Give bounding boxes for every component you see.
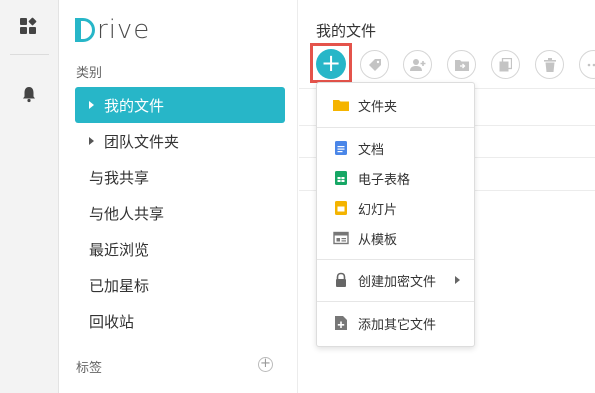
menu-item-from-template[interactable]: 从模板 (317, 225, 474, 251)
toolbar: + (310, 43, 595, 83)
menu-item-document[interactable]: 文档 (317, 135, 474, 161)
more-dots-icon (587, 63, 595, 66)
rail-divider (10, 54, 49, 55)
folder-icon (333, 100, 349, 111)
app-rail (0, 0, 59, 393)
sidebar-item-label: 已加星标 (89, 276, 150, 295)
menu-item-label: 创建加密文件 (358, 274, 437, 290)
move-button[interactable] (447, 50, 476, 79)
sidebar-item-label: 团队文件夹 (104, 132, 180, 151)
add-button[interactable]: + (316, 49, 346, 79)
drive-logo-text: rive (97, 15, 151, 45)
page-title: 我的文件 (316, 22, 377, 40)
template-icon (333, 231, 349, 245)
drive-logo-mark (75, 18, 95, 42)
menu-divider (317, 127, 474, 128)
lock-icon (336, 272, 346, 287)
more-button[interactable] (579, 50, 595, 79)
share-user-button[interactable] (403, 50, 432, 79)
sidebar-item-trash[interactable]: 回收站 (75, 303, 285, 339)
sidebar-item-my-files[interactable]: 我的文件 (75, 87, 285, 123)
bell-icon[interactable] (20, 85, 38, 103)
sidebar-item-label: 与我共享 (89, 168, 150, 187)
tags-label: 标签 (76, 361, 103, 376)
menu-item-spreadsheet[interactable]: 电子表格 (317, 165, 474, 191)
menu-item-add-other-file[interactable]: 添加其它文件 (317, 310, 474, 336)
copy-button[interactable] (491, 50, 520, 79)
tag-button[interactable] (360, 50, 389, 79)
tag-icon (368, 58, 381, 71)
doc-icon (335, 141, 347, 155)
sidebar-item-label: 最近浏览 (89, 240, 150, 259)
sidebar-item-team-folders[interactable]: 团队文件夹 (75, 123, 285, 159)
category-label: 类别 (76, 66, 103, 81)
trash-icon (543, 57, 556, 72)
menu-item-label: 文档 (358, 142, 385, 158)
caret-right-icon (89, 137, 94, 145)
menu-item-label: 添加其它文件 (358, 317, 437, 333)
sidebar-item-starred[interactable]: 已加星标 (75, 267, 285, 303)
move-folder-icon (454, 60, 469, 71)
delete-button[interactable] (535, 50, 564, 79)
menu-item-label: 文件夹 (358, 99, 398, 115)
copy-icon (499, 57, 512, 71)
sidebar-item-label: 回收站 (89, 312, 135, 331)
menu-item-label: 幻灯片 (358, 202, 398, 218)
sidebar-item-label: 与他人共享 (89, 204, 165, 223)
menu-divider (317, 259, 474, 260)
spreadsheet-icon (335, 171, 347, 185)
slides-icon (335, 201, 347, 215)
sidebar-item-shared-with-me[interactable]: 与我共享 (75, 159, 285, 195)
menu-divider (317, 301, 474, 302)
sidebar-item-shared-with-others[interactable]: 与他人共享 (75, 195, 285, 231)
submenu-arrow-icon (455, 276, 460, 284)
caret-right-icon (89, 101, 94, 109)
menu-item-encrypted-file[interactable]: 创建加密文件 (317, 267, 474, 293)
add-tag-button[interactable]: + (258, 357, 273, 372)
add-file-icon (335, 316, 347, 330)
menu-item-label: 从模板 (358, 232, 398, 248)
sidebar: rive 类别 我的文件 团队文件夹 与我共享 与他人共享 最近浏览 已加星标 … (60, 0, 298, 393)
sidebar-item-label: 我的文件 (104, 96, 165, 115)
add-menu: 文件夹 文档 电子表格 幻灯片 从模板 创建加密文件 添加其它文件 (316, 82, 475, 347)
drive-logo[interactable]: rive (75, 13, 150, 47)
apps-icon[interactable] (20, 17, 37, 35)
menu-item-slides[interactable]: 幻灯片 (317, 195, 474, 221)
sidebar-item-recent[interactable]: 最近浏览 (75, 231, 285, 267)
menu-item-label: 电子表格 (358, 172, 411, 188)
sidebar-nav: 我的文件 团队文件夹 与我共享 与他人共享 最近浏览 已加星标 回收站 (75, 87, 285, 339)
add-user-icon (409, 58, 425, 71)
menu-item-folder[interactable]: 文件夹 (317, 92, 474, 118)
